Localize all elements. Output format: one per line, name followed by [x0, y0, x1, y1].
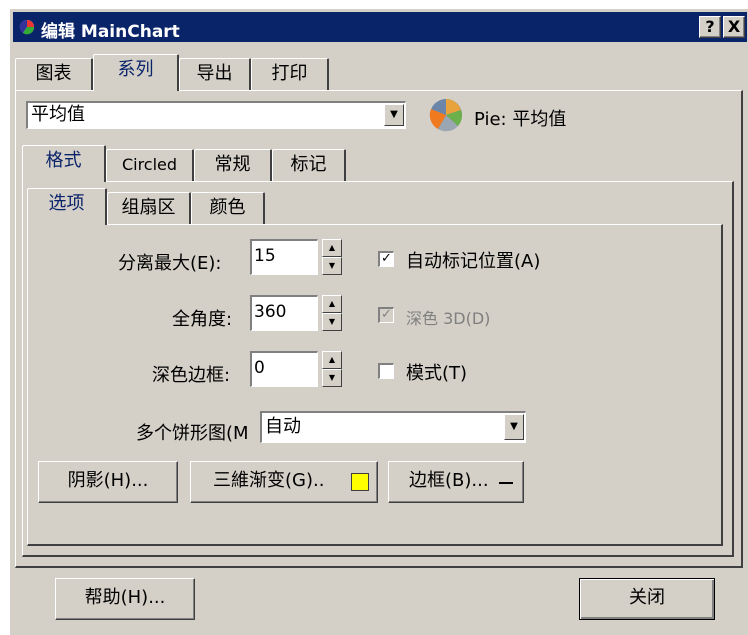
angle-label: 全角度: [172, 309, 233, 330]
border-line-icon [499, 482, 513, 484]
options-page: 分离最大(E): 15 ▲ ▼ ✓ 自动标记位置(A) 全角度: 360 ▲ ▼… [27, 224, 723, 546]
gradient-color-swatch [351, 473, 369, 491]
title-bar[interactable]: 编辑 MainChart ? X [13, 12, 747, 42]
dark3d-label: 深色 3D(D) [406, 309, 491, 328]
tab-series[interactable]: 系列 [93, 54, 179, 91]
spin-down-icon[interactable]: ▼ [322, 369, 342, 387]
chevron-down-icon[interactable]: ▼ [504, 414, 524, 440]
tab-general[interactable]: 常规 [194, 149, 272, 181]
explode-label: 分离最大(E): [118, 253, 222, 274]
dialog-window: 编辑 MainChart ? X 图表 系列 导出 打印 平均值 ▼ Pie: … [10, 9, 748, 635]
spin-down-icon[interactable]: ▼ [322, 257, 342, 275]
tab-circled[interactable]: Circled [106, 149, 194, 181]
dark-border-spinner[interactable]: ▲ ▼ [322, 351, 342, 387]
help-button[interactable]: 帮助(H)... [55, 578, 195, 620]
main-tab-strip: 图表 系列 导出 打印 [15, 54, 735, 91]
help-caption-button[interactable]: ? [699, 16, 721, 38]
dark-border-label: 深色边框: [152, 365, 231, 386]
angle-input[interactable]: 360 [250, 295, 318, 331]
auto-mark-label: 自动标记位置(A) [406, 251, 541, 272]
tab-options[interactable]: 选项 [27, 188, 107, 225]
multi-pie-label: 多个饼形图(M [136, 423, 249, 444]
spin-down-icon[interactable]: ▼ [322, 313, 342, 331]
chevron-down-icon[interactable]: ▼ [384, 104, 404, 126]
spin-up-icon[interactable]: ▲ [322, 239, 342, 257]
shadow-button[interactable]: 阴影(H)... [38, 461, 178, 503]
format-page: 选项 组扇区 颜色 分离最大(E): 15 ▲ ▼ ✓ 自动标记位置(A) 全角… [22, 181, 734, 557]
series-page: 平均值 ▼ Pie: 平均值 格式 Circled 常规 标记 选项 组扇区 颜… [15, 90, 743, 568]
close-caption-button[interactable]: X [723, 16, 745, 38]
explode-spinner[interactable]: ▲ ▼ [322, 239, 342, 275]
dark3d-checkbox: ✓ [378, 307, 394, 323]
gradient-button-label: 三維渐变(G).. [213, 470, 325, 491]
tab-colors[interactable]: 颜色 [191, 192, 265, 224]
pattern-label: 模式(T) [406, 363, 468, 384]
tab-chart[interactable]: 图表 [15, 58, 93, 90]
border-button[interactable]: 边框(B)... [388, 461, 524, 503]
explode-input[interactable]: 15 [250, 239, 318, 275]
spin-up-icon[interactable]: ▲ [322, 351, 342, 369]
border-button-label: 边框(B)... [409, 470, 489, 491]
multi-pie-value: 自动 [265, 416, 301, 437]
tab-print[interactable]: 打印 [251, 58, 329, 90]
tab-export[interactable]: 导出 [179, 58, 251, 90]
app-icon [19, 19, 35, 35]
series-select-value: 平均值 [31, 104, 85, 125]
format-tab-strip: 选项 组扇区 颜色 [27, 188, 727, 225]
window-title: 编辑 MainChart [41, 22, 180, 42]
gradient-button[interactable]: 三維渐变(G).. [190, 461, 378, 503]
series-select[interactable]: 平均值 ▼ [26, 101, 406, 129]
auto-mark-checkbox[interactable]: ✓ [378, 251, 394, 267]
close-button[interactable]: 关闭 [579, 578, 715, 620]
angle-spinner[interactable]: ▲ ▼ [322, 295, 342, 331]
tab-group-slices[interactable]: 组扇区 [107, 192, 191, 224]
multi-pie-select[interactable]: 自动 ▼ [260, 411, 526, 443]
dark-border-input[interactable]: 0 [250, 351, 318, 387]
pattern-checkbox[interactable] [378, 363, 394, 379]
series-preview-label: Pie: 平均值 [474, 109, 567, 130]
tab-marks[interactable]: 标记 [272, 149, 346, 181]
tab-format[interactable]: 格式 [22, 145, 106, 182]
series-tab-strip: 格式 Circled 常规 标记 [22, 145, 722, 182]
spin-up-icon[interactable]: ▲ [322, 295, 342, 313]
pie-chart-icon [429, 99, 462, 132]
